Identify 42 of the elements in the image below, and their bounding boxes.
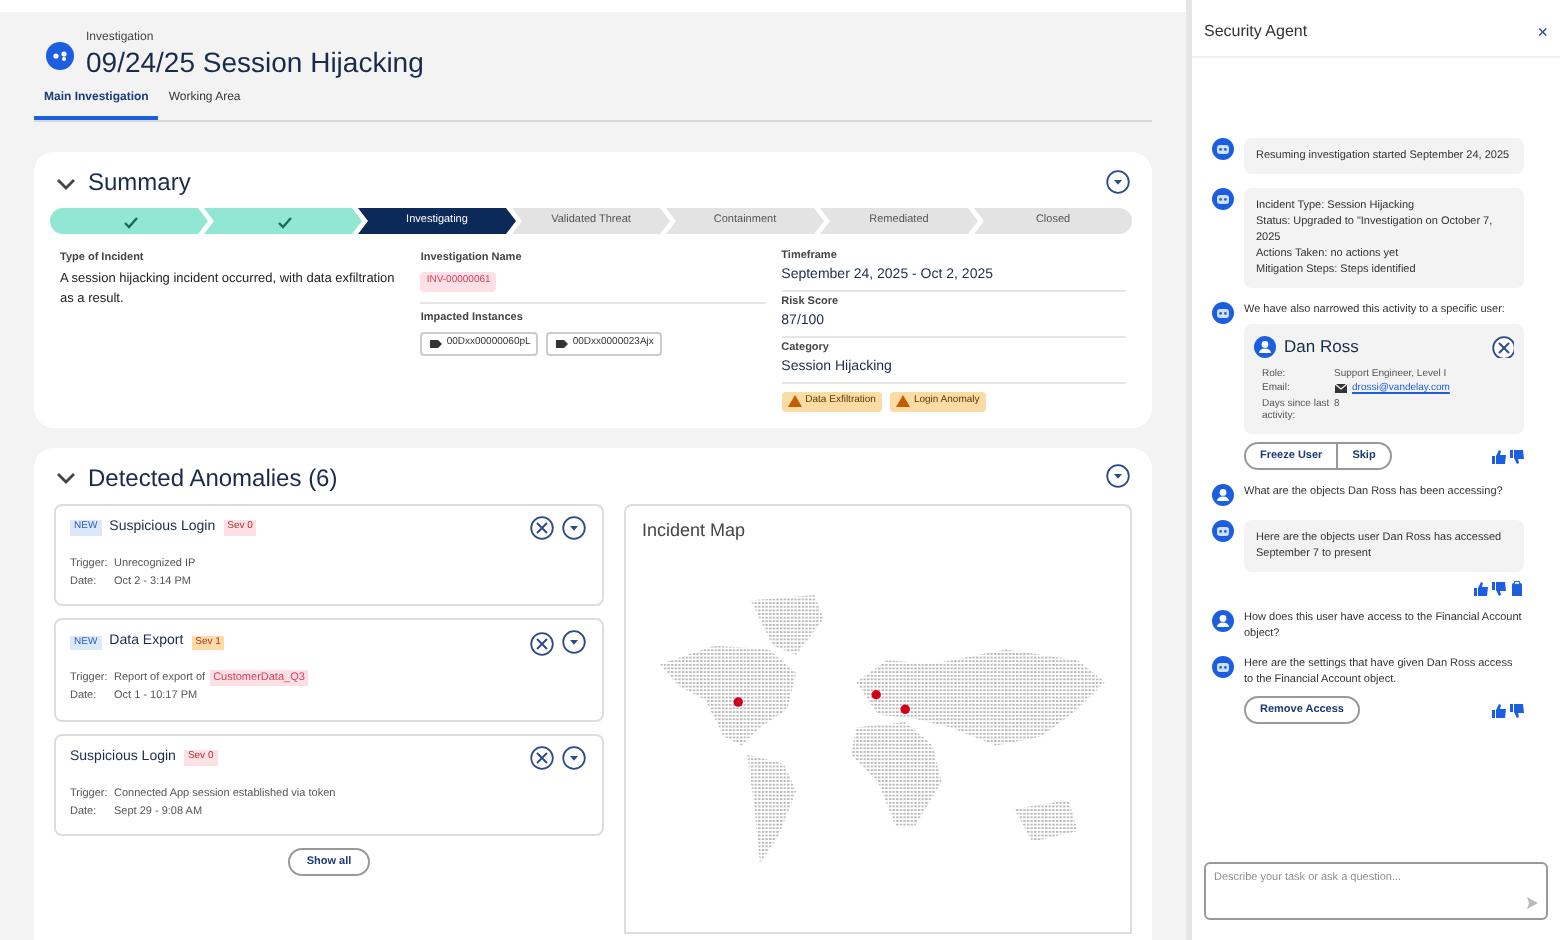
expand-icon[interactable] [530, 516, 554, 540]
agent-avatar-icon [1212, 188, 1234, 210]
dropdown-button[interactable] [1106, 169, 1132, 195]
thumbs-up-icon[interactable] [1490, 702, 1506, 719]
tag-icon [428, 336, 443, 351]
warning-icon [787, 394, 802, 409]
expand-icon[interactable] [530, 631, 554, 655]
thumbs-down-icon[interactable] [1508, 447, 1524, 464]
check-icon [275, 213, 291, 229]
user-avatar-icon [1212, 484, 1234, 506]
thumbs-up-icon[interactable] [1490, 447, 1506, 464]
agent-avatar-icon [1212, 302, 1234, 324]
mail-icon [1334, 382, 1348, 395]
agent-avatar-icon [1212, 520, 1234, 542]
check-icon [121, 213, 137, 229]
dropdown-button[interactable] [1106, 464, 1132, 490]
warning-icon [895, 394, 910, 409]
investigation-icon [46, 41, 74, 69]
thumbs-down-icon[interactable] [1490, 580, 1506, 596]
tag-icon [554, 336, 569, 351]
map-title: Incident Map [642, 517, 748, 544]
agent-avatar-icon [1212, 656, 1234, 678]
page-title: 09/24/25 Session Hijacking [86, 46, 424, 78]
map-pin[interactable] [900, 704, 910, 715]
user-name: Dan Ross [1284, 334, 1361, 360]
section-title: Detected Anomalies (6) [88, 461, 340, 495]
map-pin[interactable] [733, 697, 743, 707]
section-title: Summary [88, 166, 193, 200]
dropdown-button[interactable] [562, 515, 588, 541]
map-pin[interactable] [871, 690, 881, 700]
dropdown-button[interactable] [562, 745, 588, 771]
user-avatar-icon [1254, 335, 1276, 358]
user-avatar-icon [1212, 610, 1234, 632]
expand-icon[interactable] [530, 746, 554, 770]
panel-title: Security Agent [1204, 20, 1308, 44]
close-button[interactable]: × [1537, 23, 1548, 41]
clipboard-icon[interactable] [1508, 580, 1524, 596]
thumbs-up-icon[interactable] [1472, 580, 1488, 596]
agent-avatar-icon [1212, 138, 1234, 160]
expand-icon[interactable] [1492, 335, 1514, 358]
dropdown-button[interactable] [562, 630, 588, 656]
thumbs-down-icon[interactable] [1508, 702, 1524, 719]
